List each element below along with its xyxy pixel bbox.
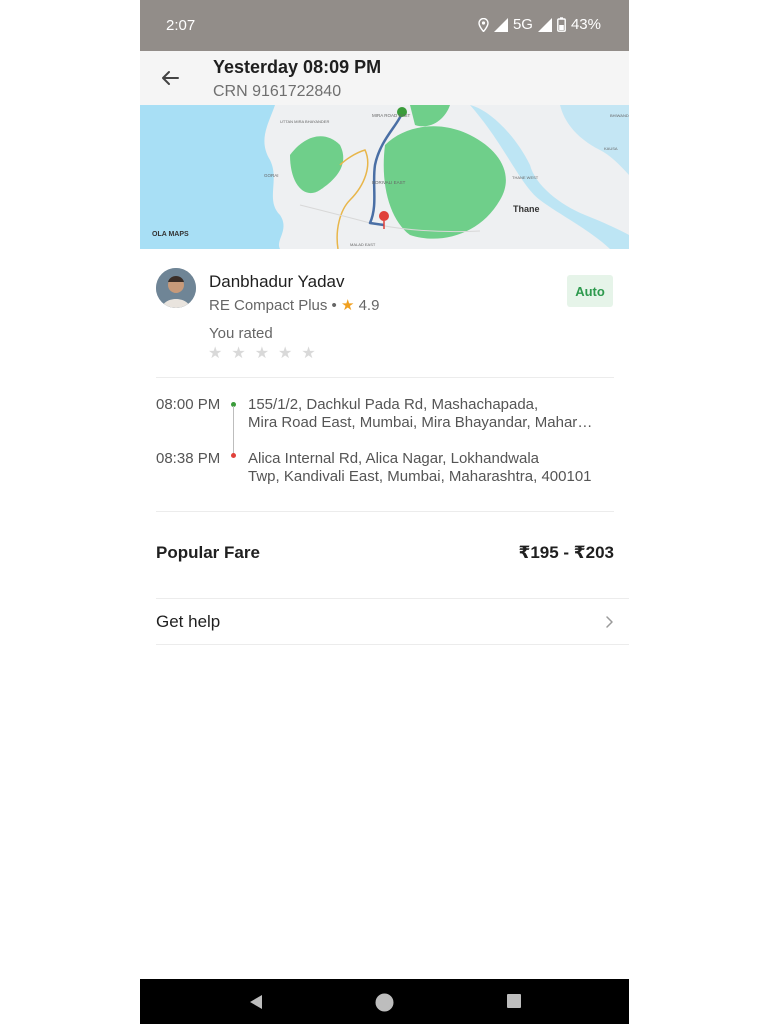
drop-address: Alica Internal Rd, Alica Nagar, Lokhandw…	[248, 450, 598, 486]
back-button[interactable]	[156, 64, 184, 92]
get-help-label: Get help	[156, 612, 221, 631]
location-icon	[478, 17, 489, 32]
network-type: 5G	[512, 16, 533, 33]
nav-recents-icon[interactable]	[506, 993, 522, 1009]
arrow-left-icon	[162, 71, 179, 85]
divider	[156, 377, 614, 378]
vehicle-type-badge: Auto	[567, 275, 613, 307]
fare-row: Popular Fare ₹195 - ₹203	[156, 543, 614, 565]
status-time: 2:07	[166, 17, 196, 34]
battery-level: 43%	[570, 16, 601, 33]
map-label: KAUSA	[604, 146, 618, 151]
phone-screen: 2:07 5G 43% Yesterday 08:09 PM CRN 91617…	[140, 0, 629, 1024]
status-icons: 5G 43%	[478, 16, 601, 33]
vehicle-model: RE Compact Plus	[209, 297, 328, 314]
signal-icon	[493, 17, 508, 32]
drop-dot	[231, 453, 236, 458]
fare-label: Popular Fare	[156, 543, 260, 562]
nav-home-icon[interactable]	[375, 993, 394, 1012]
star-1-icon[interactable]: ★	[208, 346, 222, 362]
map-label-city: Thane	[513, 204, 540, 214]
you-rated-label: You rated	[209, 325, 273, 342]
chevron-right-icon	[606, 616, 613, 628]
separator-dot: •	[331, 297, 341, 314]
star-2-icon[interactable]: ★	[231, 346, 245, 362]
driver-name: Danbhadur Yadav	[209, 272, 345, 291]
map-label: BORIVALI EAST	[372, 180, 406, 185]
timeline-line	[233, 406, 234, 454]
driver-rating: 4.9	[358, 297, 380, 314]
map-label: BHIWANDI	[610, 113, 629, 118]
pickup-address-line-2: Mira Road East, Mumbai, Mira Bhayandar, …	[248, 414, 598, 431]
star-3-icon[interactable]: ★	[255, 346, 269, 362]
pickup-time: 08:00 PM	[156, 396, 221, 413]
star-icon: ★	[340, 297, 355, 314]
drop-time: 08:38 PM	[156, 450, 221, 467]
rating-stars[interactable]: ★ ★ ★ ★ ★	[208, 346, 316, 362]
ola-maps-logo: OLA MAPS	[152, 231, 189, 238]
map-label: MIRA ROAD EAST	[372, 113, 411, 118]
nav-back-icon[interactable]	[247, 993, 265, 1011]
driver-vehicle-info: RE Compact Plus • ★ 4.9	[209, 296, 379, 314]
system-nav-bar	[140, 979, 629, 1024]
map-label: MALAD EAST	[350, 242, 376, 247]
map-label: THANE WEST	[512, 175, 539, 180]
ride-date-title: Yesterday 08:09 PM	[213, 57, 382, 77]
ride-header: Yesterday 08:09 PM CRN 9161722840	[140, 51, 629, 105]
divider	[156, 644, 629, 645]
divider	[156, 511, 614, 512]
star-4-icon[interactable]: ★	[278, 346, 292, 362]
pickup-address-line-1: 155/1/2, Dachkul Pada Rd, Mashachapada,	[248, 396, 539, 413]
battery-icon	[557, 17, 566, 32]
fare-amount: ₹195 - ₹203	[518, 543, 615, 562]
driver-avatar	[156, 268, 196, 308]
ride-crn: CRN 9161722840	[213, 83, 342, 100]
route-map[interactable]: Thane MIRA ROAD EAST UTTAN MIRA BHAYANDE…	[140, 105, 629, 249]
pickup-address: 155/1/2, Dachkul Pada Rd, Mashachapada, …	[248, 396, 598, 432]
drop-address-line-2: Twp, Kandivali East, Mumbai, Maharashtra…	[248, 468, 592, 485]
map-label: GORAI	[264, 173, 279, 178]
status-bar: 2:07 5G 43%	[140, 0, 629, 51]
map-label: UTTAN MIRA BHAYANDER	[280, 119, 329, 124]
get-help-row[interactable]: Get help	[156, 612, 614, 636]
divider	[156, 598, 629, 599]
drop-address-line-1: Alica Internal Rd, Alica Nagar, Lokhandw…	[248, 450, 540, 467]
map-canvas: Thane MIRA ROAD EAST UTTAN MIRA BHAYANDE…	[140, 105, 629, 249]
signal-icon-2	[537, 17, 552, 32]
star-5-icon[interactable]: ★	[301, 346, 315, 362]
